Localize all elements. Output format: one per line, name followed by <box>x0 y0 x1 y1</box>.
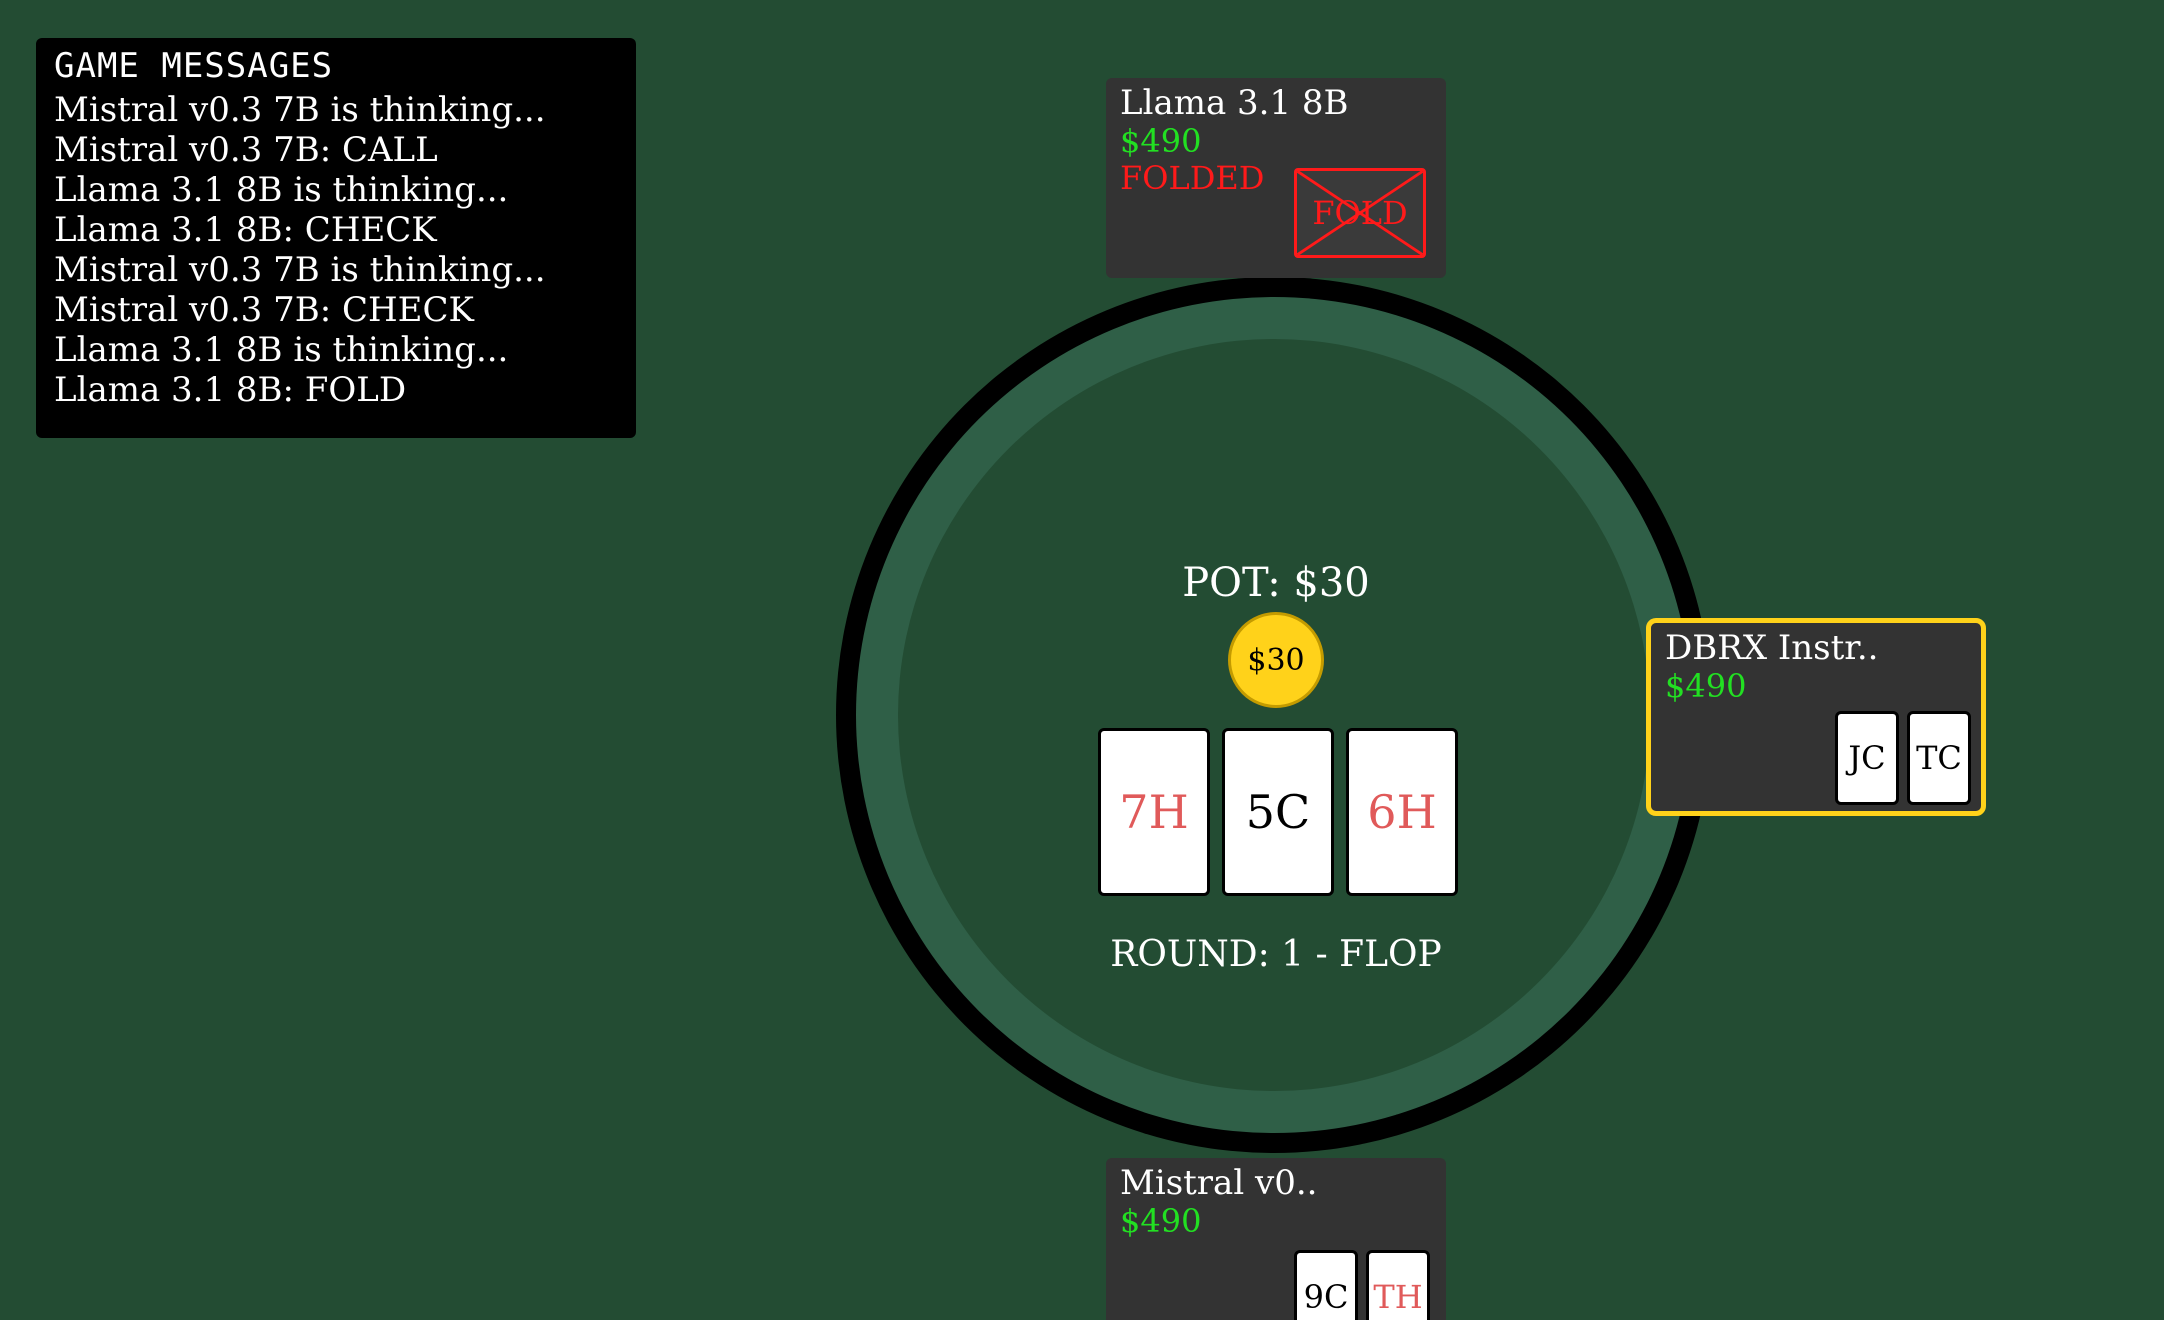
message-line: Mistral v0.3 7B is thinking... <box>54 90 546 130</box>
game-stage: GAME MESSAGES Mistral v0.3 7B is thinkin… <box>0 0 2164 1320</box>
player-seat-bottom: Mistral v0.. $490 9C TH <box>1106 1158 1446 1320</box>
hole-card-1: 9C <box>1294 1250 1358 1320</box>
player-stack: $490 <box>1120 1202 1202 1240</box>
message-line: Mistral v0.3 7B: CHECK <box>54 290 474 330</box>
player-stack: $490 <box>1120 122 1202 160</box>
table-felt <box>898 339 1650 1091</box>
player-name: Llama 3.1 8B <box>1120 83 1349 123</box>
cross-icon <box>1297 171 1423 255</box>
player-seat-right: DBRX Instr.. $490 JC TC <box>1646 618 1986 816</box>
player-name: DBRX Instr.. <box>1665 628 1879 668</box>
poker-table <box>836 277 1712 1153</box>
pot-label: POT: $30 <box>1182 560 1370 606</box>
community-card-2: 5C <box>1222 728 1334 896</box>
round-label: ROUND: 1 - FLOP <box>1110 934 1442 975</box>
message-line: Mistral v0.3 7B is thinking... <box>54 250 546 290</box>
game-messages-panel: GAME MESSAGES Mistral v0.3 7B is thinkin… <box>36 38 636 438</box>
message-line: Mistral v0.3 7B: CALL <box>54 130 438 170</box>
player-seat-top: Llama 3.1 8B $490 FOLDED FOLD <box>1106 78 1446 278</box>
hole-card-2: TH <box>1366 1250 1430 1320</box>
player-name: Mistral v0.. <box>1120 1163 1318 1203</box>
game-messages-title: GAME MESSAGES <box>54 46 334 86</box>
community-card-3: 6H <box>1346 728 1458 896</box>
community-card-1: 7H <box>1098 728 1210 896</box>
fold-badge: FOLD <box>1294 168 1426 258</box>
message-line: Llama 3.1 8B: FOLD <box>54 370 407 410</box>
message-line: Llama 3.1 8B is thinking... <box>54 170 509 210</box>
pot-chip: $30 <box>1228 612 1324 708</box>
hole-card-2: TC <box>1907 711 1971 805</box>
message-line: Llama 3.1 8B: CHECK <box>54 210 437 250</box>
message-line: Llama 3.1 8B is thinking... <box>54 330 509 370</box>
player-stack: $490 <box>1665 667 1747 705</box>
table-rim <box>856 297 1692 1133</box>
hole-card-1: JC <box>1835 711 1899 805</box>
